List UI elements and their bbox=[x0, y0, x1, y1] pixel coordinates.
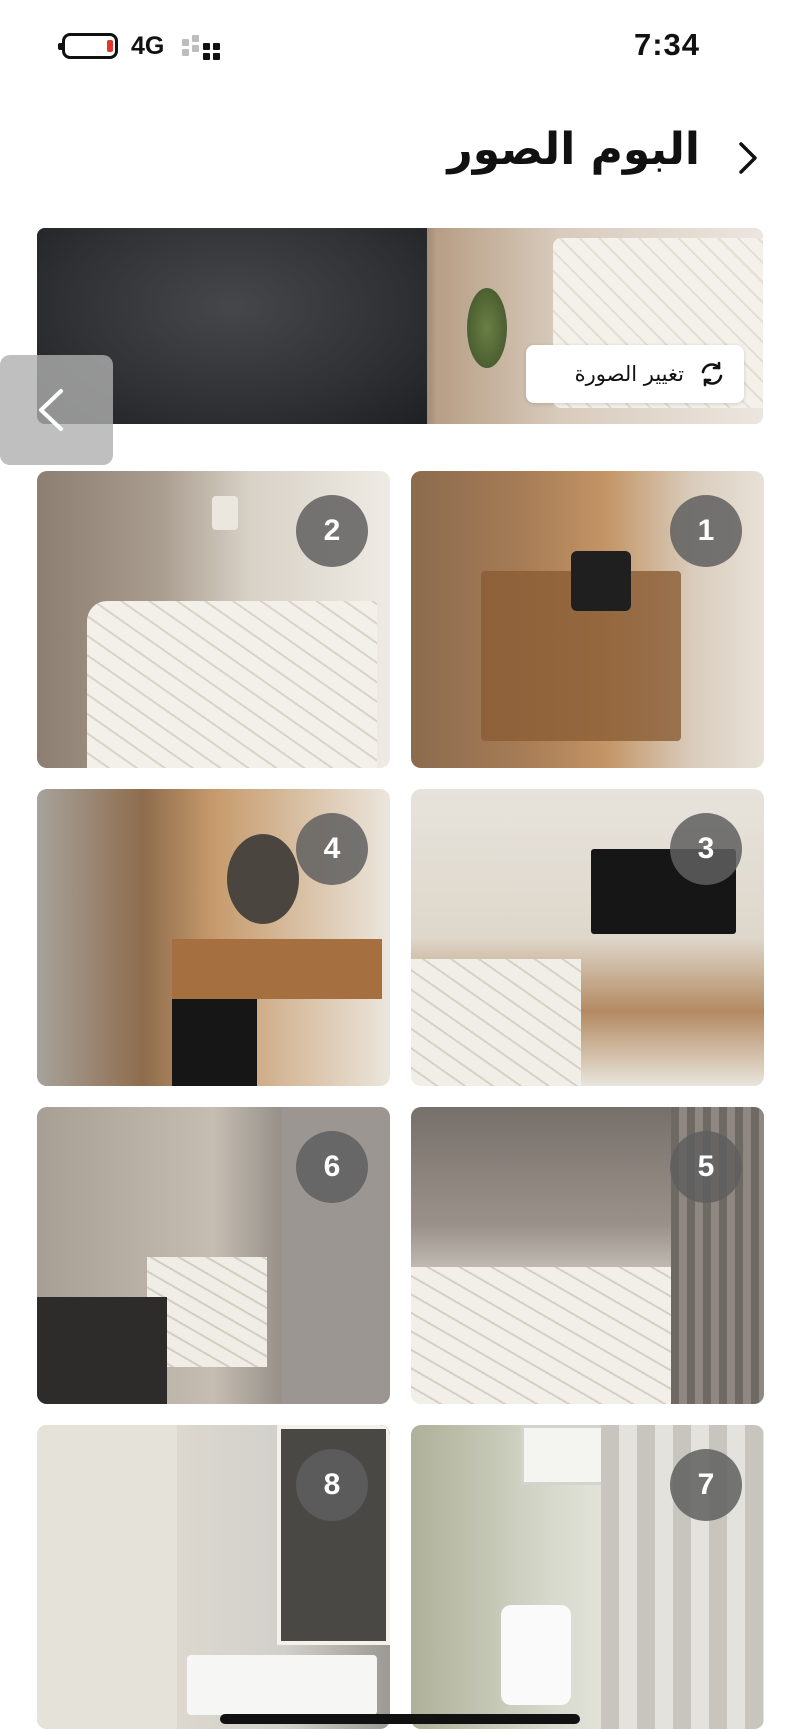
photo-thumbnail[interactable]: 3 bbox=[411, 789, 764, 1086]
photo-number-badge: 8 bbox=[296, 1449, 368, 1521]
photo-thumbnail[interactable]: 2 bbox=[37, 471, 390, 768]
photo-thumbnail[interactable]: 4 bbox=[37, 789, 390, 1086]
photo-thumbnail[interactable]: 1 bbox=[411, 471, 764, 768]
carousel-prev-button[interactable] bbox=[0, 355, 113, 465]
photo-number-badge: 2 bbox=[296, 495, 368, 567]
status-bar: 4G 7:34 bbox=[0, 0, 800, 92]
home-indicator bbox=[220, 1714, 580, 1724]
chevron-right-icon[interactable] bbox=[735, 138, 763, 178]
chevron-left-icon bbox=[38, 389, 63, 431]
signal-icon bbox=[182, 35, 226, 61]
battery-low-icon bbox=[58, 33, 118, 59]
photo-number-badge: 3 bbox=[670, 813, 742, 885]
photo-thumbnail[interactable]: 8 bbox=[37, 1425, 390, 1729]
photo-number-badge: 5 bbox=[670, 1131, 742, 1203]
photo-thumbnail[interactable]: 5 bbox=[411, 1107, 764, 1404]
network-type: 4G bbox=[131, 32, 165, 60]
cover-photo-plant bbox=[467, 288, 507, 368]
photo-number-badge: 4 bbox=[296, 813, 368, 885]
change-photo-button[interactable]: تغيير الصورة bbox=[526, 345, 744, 403]
refresh-icon bbox=[701, 361, 723, 387]
status-time: 7:34 bbox=[633, 27, 700, 62]
change-photo-label: تغيير الصورة bbox=[574, 362, 684, 386]
photo-thumbnail[interactable]: 6 bbox=[37, 1107, 390, 1404]
photo-thumbnail[interactable]: 7 bbox=[411, 1425, 764, 1729]
photo-number-badge: 7 bbox=[670, 1449, 742, 1521]
photo-number-badge: 6 bbox=[296, 1131, 368, 1203]
page-title: البوم الصور bbox=[447, 124, 700, 175]
photo-number-badge: 1 bbox=[670, 495, 742, 567]
